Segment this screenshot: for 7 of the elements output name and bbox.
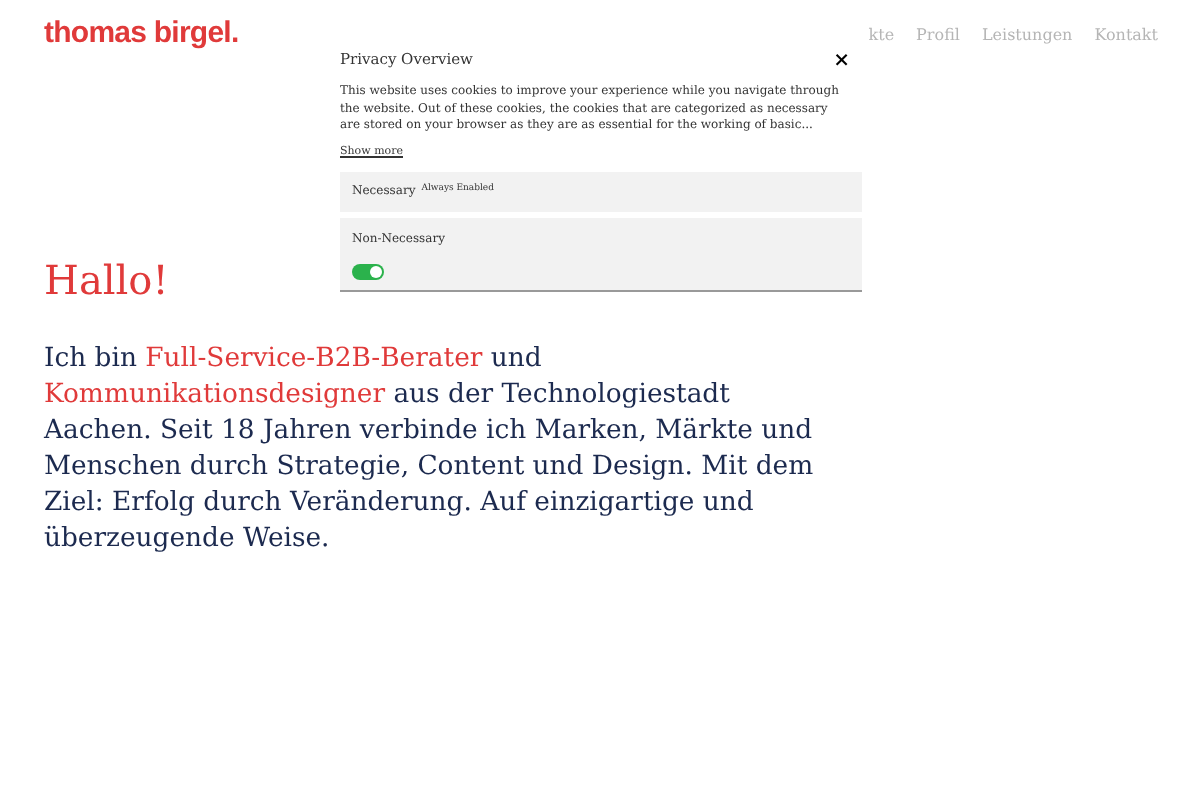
intro-link[interactable]: Full-Service-B2B-Berater <box>145 343 483 373</box>
logo[interactable]: thomas birgel. <box>44 12 239 57</box>
toggle-switch[interactable] <box>352 263 384 280</box>
intro-link[interactable]: Kommunikationsdesigner <box>44 379 385 409</box>
greeting-heading: Hallo! <box>44 253 169 307</box>
close-button[interactable]: × <box>833 52 850 72</box>
intro-paragraph: Ich bin Full-Service-B2B-Berater und Kommunikationsdesigner aus der Technologiestadt Aachen. Seit 18 Jahren verbinde ich Marken, Märkte und Menschen durch Strategie, Content und Design. Mit dem Ziel: Erfolg durch Veränderung. Auf einzigartige und überzeugende Weise. <box>44 341 814 557</box>
